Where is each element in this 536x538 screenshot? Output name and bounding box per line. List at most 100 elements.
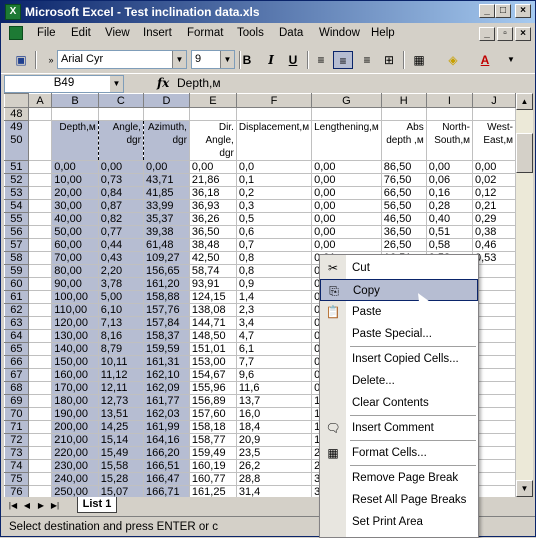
row-header[interactable]: 63 (4, 316, 29, 330)
cell[interactable]: 161,20 (142, 277, 190, 291)
cell[interactable]: 76,50 (380, 173, 427, 187)
cell[interactable]: 0,51 (425, 225, 473, 239)
cell[interactable]: 166,20 (142, 446, 190, 460)
fill-color-icon[interactable]: ◈ (443, 51, 463, 69)
row-header[interactable]: 55 (4, 212, 29, 226)
align-center-icon[interactable]: ≡ (333, 51, 353, 69)
cell[interactable]: 58,74 (188, 264, 237, 278)
column-header[interactable]: D (142, 93, 190, 108)
cell[interactable] (425, 107, 473, 121)
cell[interactable] (27, 264, 53, 278)
cell[interactable]: 42,50 (188, 251, 237, 265)
cell[interactable] (27, 290, 53, 304)
cell[interactable]: 4,7 (235, 329, 313, 343)
menu-data[interactable]: Data (279, 27, 303, 39)
cell[interactable]: 0,9 (235, 277, 313, 291)
cell[interactable]: 0,2 (235, 186, 313, 200)
last-sheet-icon[interactable]: ▶| (49, 500, 61, 512)
cell[interactable] (27, 277, 53, 291)
next-sheet-icon[interactable]: ▶ (35, 500, 47, 512)
menu-item-reset-all-page-breaks[interactable]: Reset All Page Breaks (320, 489, 478, 511)
cell[interactable]: 0,00 (311, 225, 382, 239)
row-header[interactable]: 56 (4, 225, 29, 239)
underline-button[interactable]: U (283, 51, 303, 69)
menu-tools[interactable]: Tools (237, 27, 264, 39)
cell[interactable]: 16,0 (235, 407, 313, 421)
cell[interactable]: 56,50 (380, 199, 427, 213)
cell[interactable]: 36,93 (188, 199, 237, 213)
cell[interactable]: 13,7 (235, 394, 313, 408)
cell[interactable] (27, 120, 53, 161)
cell[interactable]: 0,00 (311, 199, 382, 213)
cell[interactable] (27, 394, 53, 408)
cell[interactable]: 160,77 (188, 472, 237, 486)
column-header[interactable]: G (311, 93, 382, 108)
menu-item-set-print-area[interactable]: Set Print Area (320, 511, 478, 533)
cell[interactable]: 15,49 (97, 446, 144, 460)
cell[interactable]: 60,00 (51, 238, 99, 252)
cell[interactable]: 0,00 (311, 238, 382, 252)
cell[interactable]: 26,50 (380, 238, 427, 252)
menu-item-format-cells[interactable]: ▦ Format Cells... (320, 442, 478, 464)
row-header[interactable]: 54 (4, 199, 29, 213)
cell[interactable]: 93,91 (188, 277, 237, 291)
cell[interactable]: 0,82 (97, 212, 144, 226)
cell[interactable]: 0,8 (235, 264, 313, 278)
select-all-corner[interactable] (4, 93, 29, 108)
cell[interactable] (27, 368, 53, 382)
save-icon[interactable]: ▣ (11, 51, 31, 69)
menu-item-paste[interactable]: 📋 Paste (320, 301, 478, 323)
row-header[interactable]: 67 (4, 368, 29, 382)
doc-restore-button[interactable]: ▫ (497, 27, 513, 41)
cell[interactable]: 36,26 (188, 212, 237, 226)
cell[interactable] (51, 107, 99, 121)
cell[interactable]: 9,6 (235, 368, 313, 382)
name-box[interactable]: B49 ▼ (4, 75, 124, 93)
cell[interactable] (27, 381, 53, 395)
cell[interactable]: 13,51 (97, 407, 144, 421)
borders-icon[interactable]: ▦ (409, 51, 429, 69)
menu-item-insert-comment[interactable]: 🗨 Insert Comment (320, 417, 478, 439)
cell[interactable]: 26,2 (235, 459, 313, 473)
row-header[interactable]: 58 (4, 251, 29, 265)
scroll-down-icon[interactable]: ▼ (516, 480, 533, 497)
cell[interactable]: 50,00 (51, 225, 99, 239)
close-button[interactable]: × (515, 4, 531, 18)
cell[interactable] (27, 303, 53, 317)
cell[interactable]: 23,5 (235, 446, 313, 460)
cell[interactable]: 158,88 (142, 290, 190, 304)
cell[interactable]: 0,1 (235, 173, 313, 187)
cell[interactable]: 109,27 (142, 251, 190, 265)
cell[interactable]: 33,99 (142, 199, 190, 213)
column-header[interactable]: A (27, 93, 53, 108)
column-title-cell[interactable]: West-East,м (471, 120, 516, 161)
row-header[interactable]: 61 (4, 290, 29, 304)
cell[interactable]: 46,50 (380, 212, 427, 226)
column-header[interactable]: H (380, 93, 427, 108)
cell[interactable]: 7,7 (235, 355, 313, 369)
cell[interactable]: 158,18 (188, 420, 237, 434)
cell[interactable]: 35,37 (142, 212, 190, 226)
cell[interactable]: 0,00 (311, 173, 382, 187)
row-header[interactable]: 49 50 (4, 120, 29, 161)
cell[interactable]: 0,6 (235, 225, 313, 239)
cell[interactable] (311, 107, 382, 121)
menu-item-paste-special[interactable]: Paste Special... (320, 323, 478, 345)
cell[interactable]: 0,84 (97, 186, 144, 200)
cell[interactable]: 120,00 (51, 316, 99, 330)
cell[interactable]: 0,43 (97, 251, 144, 265)
italic-button[interactable]: I (261, 51, 281, 69)
cell[interactable]: 0,0 (235, 160, 313, 174)
cell[interactable]: 11,6 (235, 381, 313, 395)
column-title-cell[interactable]: Lengthening,м (311, 120, 382, 161)
cell[interactable]: 100,00 (51, 290, 99, 304)
cell[interactable]: 155,96 (188, 381, 237, 395)
font-name-select[interactable]: Arial Cyr ▼ (57, 50, 187, 69)
cell[interactable]: 61,48 (142, 238, 190, 252)
cell[interactable]: 230,00 (51, 459, 99, 473)
cell[interactable]: 0,00 (188, 160, 237, 174)
cell[interactable]: 20,9 (235, 433, 313, 447)
cell[interactable]: 0,00 (97, 160, 144, 174)
row-header[interactable]: 60 (4, 277, 29, 291)
column-header[interactable]: J (471, 93, 516, 108)
